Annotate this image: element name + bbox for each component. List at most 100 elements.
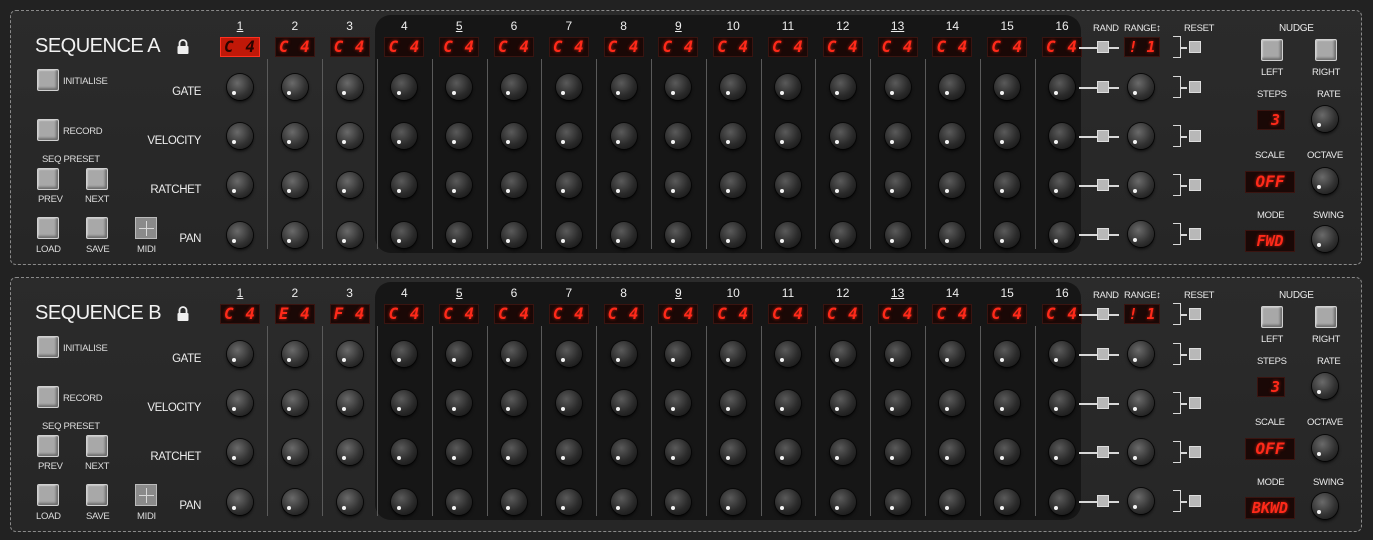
step-11-velocity-knob[interactable]: [775, 390, 801, 416]
step-5-gate-knob[interactable]: [446, 341, 473, 367]
step-15-velocity-knob[interactable]: [994, 390, 1021, 416]
step-7-ratchet-knob[interactable]: [555, 439, 582, 465]
step-16-gate-knob[interactable]: [1049, 74, 1075, 100]
step-15-pan-knob[interactable]: [994, 222, 1021, 248]
step-note-display-8[interactable]: C 4: [603, 304, 644, 324]
step-3-gate-knob[interactable]: [336, 74, 363, 100]
velocity-reset-button[interactable]: [1189, 130, 1201, 142]
step-3-ratchet-knob[interactable]: [336, 172, 363, 198]
step-7-gate-knob[interactable]: [555, 74, 582, 100]
notes-range-display[interactable]: ! 1: [1124, 37, 1160, 57]
step-12-pan-knob[interactable]: [829, 489, 856, 515]
step-12-ratchet-knob[interactable]: [829, 172, 856, 198]
step-6-ratchet-knob[interactable]: [501, 439, 527, 465]
step-8-pan-knob[interactable]: [610, 489, 637, 515]
step-8-ratchet-knob[interactable]: [610, 439, 637, 465]
step-note-display-14[interactable]: C 4: [932, 304, 973, 324]
step-1-pan-knob[interactable]: [227, 489, 253, 515]
step-note-display-5[interactable]: C 4: [439, 304, 480, 324]
step-10-ratchet-knob[interactable]: [720, 172, 747, 198]
step-2-gate-knob[interactable]: [281, 74, 308, 100]
notes-reset-button[interactable]: [1189, 41, 1201, 53]
step-note-display-10[interactable]: C 4: [713, 37, 754, 57]
step-note-display-7[interactable]: C 4: [548, 304, 589, 324]
step-10-pan-knob[interactable]: [720, 489, 747, 515]
scale-display[interactable]: OFF: [1245, 438, 1295, 460]
notes-range-display[interactable]: ! 1: [1124, 304, 1160, 324]
step-3-gate-knob[interactable]: [336, 341, 363, 367]
step-12-gate-knob[interactable]: [829, 74, 856, 100]
ratchet-range-knob[interactable]: [1128, 172, 1154, 198]
steps-display[interactable]: 3: [1257, 110, 1285, 130]
gate-rand-button[interactable]: [1097, 81, 1109, 93]
step-12-pan-knob[interactable]: [829, 222, 856, 248]
step-5-pan-knob[interactable]: [446, 489, 473, 515]
step-7-ratchet-knob[interactable]: [555, 172, 582, 198]
step-13-ratchet-knob[interactable]: [884, 439, 911, 465]
record-button[interactable]: [37, 119, 59, 141]
step-note-display-3[interactable]: F 4: [329, 304, 370, 324]
lock-icon[interactable]: [176, 39, 190, 55]
step-11-velocity-knob[interactable]: [775, 123, 801, 149]
step-6-velocity-knob[interactable]: [501, 390, 527, 416]
step-note-display-15[interactable]: C 4: [987, 304, 1028, 324]
step-6-gate-knob[interactable]: [501, 74, 527, 100]
step-13-pan-knob[interactable]: [884, 222, 911, 248]
step-7-pan-knob[interactable]: [555, 222, 582, 248]
step-16-pan-knob[interactable]: [1049, 489, 1075, 515]
step-16-velocity-knob[interactable]: [1049, 123, 1075, 149]
velocity-rand-button[interactable]: [1097, 397, 1109, 409]
step-note-display-10[interactable]: C 4: [713, 304, 754, 324]
ratchet-range-knob[interactable]: [1128, 439, 1154, 465]
load-button[interactable]: [37, 217, 59, 239]
mode-display[interactable]: BKWD: [1245, 497, 1295, 519]
step-1-velocity-knob[interactable]: [227, 123, 253, 149]
step-10-ratchet-knob[interactable]: [720, 439, 747, 465]
step-16-ratchet-knob[interactable]: [1049, 172, 1075, 198]
step-2-gate-knob[interactable]: [281, 341, 308, 367]
step-5-ratchet-knob[interactable]: [446, 439, 473, 465]
notes-rand-button[interactable]: [1097, 41, 1109, 53]
step-13-gate-knob[interactable]: [884, 341, 911, 367]
step-16-gate-knob[interactable]: [1049, 341, 1075, 367]
step-note-display-6[interactable]: C 4: [494, 37, 534, 57]
gate-rand-button[interactable]: [1097, 348, 1109, 360]
rate-knob[interactable]: [1312, 373, 1338, 399]
step-10-gate-knob[interactable]: [720, 341, 747, 367]
step-1-pan-knob[interactable]: [227, 222, 253, 248]
ratchet-rand-button[interactable]: [1097, 179, 1109, 191]
step-10-velocity-knob[interactable]: [720, 123, 747, 149]
step-note-display-16[interactable]: C 4: [1042, 304, 1082, 324]
next-button[interactable]: [86, 435, 108, 457]
step-13-ratchet-knob[interactable]: [884, 172, 911, 198]
octave-knob[interactable]: [1312, 168, 1338, 194]
ratchet-rand-button[interactable]: [1097, 446, 1109, 458]
step-note-display-16[interactable]: C 4: [1042, 37, 1082, 57]
step-3-ratchet-knob[interactable]: [336, 439, 363, 465]
step-6-pan-knob[interactable]: [501, 489, 527, 515]
step-note-display-11[interactable]: C 4: [768, 304, 808, 324]
step-3-velocity-knob[interactable]: [336, 123, 363, 149]
scale-display[interactable]: OFF: [1245, 171, 1295, 193]
step-note-display-2[interactable]: C 4: [274, 37, 315, 57]
pan-reset-button[interactable]: [1189, 228, 1201, 240]
gate-reset-button[interactable]: [1189, 348, 1201, 360]
step-11-pan-knob[interactable]: [775, 222, 801, 248]
load-button[interactable]: [37, 484, 59, 506]
step-12-velocity-knob[interactable]: [829, 123, 856, 149]
step-15-gate-knob[interactable]: [994, 341, 1021, 367]
ratchet-reset-button[interactable]: [1189, 179, 1201, 191]
step-2-pan-knob[interactable]: [281, 222, 308, 248]
step-note-display-15[interactable]: C 4: [987, 37, 1028, 57]
step-note-display-1[interactable]: C 4: [220, 304, 260, 324]
velocity-reset-button[interactable]: [1189, 397, 1201, 409]
step-note-display-14[interactable]: C 4: [932, 37, 973, 57]
step-note-display-8[interactable]: C 4: [603, 37, 644, 57]
step-note-display-4[interactable]: C 4: [384, 304, 425, 324]
step-6-velocity-knob[interactable]: [501, 123, 527, 149]
step-8-pan-knob[interactable]: [610, 222, 637, 248]
step-11-ratchet-knob[interactable]: [775, 172, 801, 198]
next-button[interactable]: [86, 168, 108, 190]
prev-button[interactable]: [37, 168, 59, 190]
step-7-velocity-knob[interactable]: [555, 123, 582, 149]
